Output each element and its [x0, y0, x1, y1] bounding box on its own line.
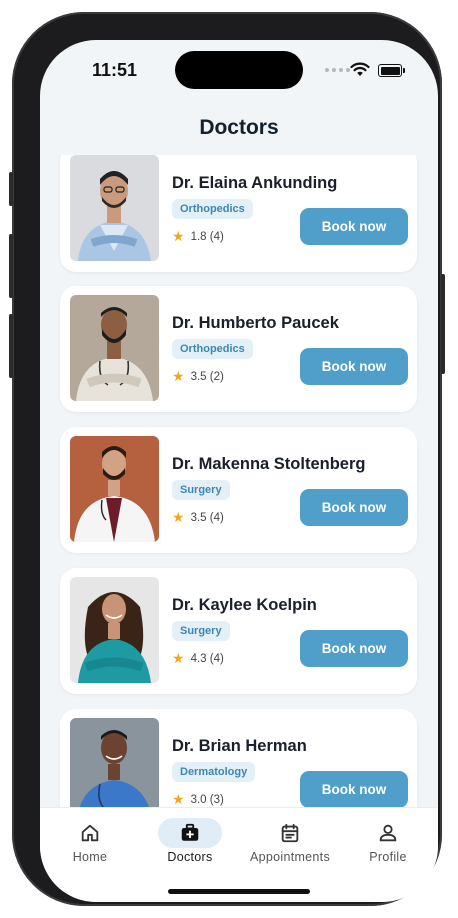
signal-icon: [325, 68, 350, 72]
star-icon: ★: [172, 650, 185, 666]
screen: 11:51 Doctors Dr. Elaina Ankunding Ortho…: [40, 40, 438, 902]
rating: ★ 3.5 (4): [172, 509, 224, 526]
tab-label: Doctors: [167, 850, 213, 864]
rating-value: 1.8 (4): [190, 230, 224, 243]
star-icon: ★: [172, 791, 185, 807]
tab-label: Home: [72, 850, 108, 864]
dynamic-island: [175, 51, 303, 89]
tab-label: Profile: [369, 850, 407, 864]
battery-icon: [378, 64, 405, 77]
book-now-button[interactable]: Book now: [300, 348, 408, 385]
doctor-photo: [70, 436, 159, 542]
doctor-name: Dr. Kaylee Koelpin: [172, 596, 317, 614]
phone-frame: 11:51 Doctors Dr. Elaina Ankunding Ortho…: [9, 12, 445, 906]
rating: ★ 4.3 (4): [172, 650, 224, 667]
doctor-name: Dr. Brian Herman: [172, 737, 307, 755]
status-time: 11:51: [92, 60, 138, 80]
rating-value: 3.5 (4): [190, 511, 224, 524]
home-indicator[interactable]: [168, 889, 310, 894]
doctor-photo: [70, 155, 159, 261]
person-icon: [356, 818, 420, 848]
doctor-name: Dr. Makenna Stoltenberg: [172, 455, 366, 473]
specialty-badge: Surgery: [172, 480, 230, 500]
rating: ★ 3.5 (2): [172, 368, 224, 385]
doctor-card[interactable]: Dr. Kaylee Koelpin Surgery ★ 4.3 (4) Boo…: [60, 568, 417, 694]
doctor-card[interactable]: Dr. Elaina Ankunding Orthopedics ★ 1.8 (…: [60, 155, 417, 272]
tab-label: Appointments: [249, 850, 331, 864]
volume-down-button: [9, 314, 13, 378]
medical-bag-icon: [158, 818, 222, 848]
rating-value: 3.5 (2): [190, 370, 224, 383]
doctor-card[interactable]: Dr. Humberto Paucek Orthopedics ★ 3.5 (2…: [60, 286, 417, 412]
tab-doctors[interactable]: Doctors: [140, 814, 240, 870]
star-icon: ★: [172, 368, 185, 384]
specialty-badge: Orthopedics: [172, 339, 253, 359]
book-now-button[interactable]: Book now: [300, 630, 408, 667]
specialty-badge: Orthopedics: [172, 199, 253, 219]
home-icon: [58, 818, 122, 848]
doctor-name: Dr. Humberto Paucek: [172, 314, 339, 332]
star-icon: ★: [172, 228, 185, 244]
book-now-button[interactable]: Book now: [300, 771, 408, 807]
tab-appointments[interactable]: Appointments: [240, 814, 340, 870]
wifi-icon: [350, 62, 370, 76]
book-now-button[interactable]: Book now: [300, 489, 408, 526]
action-button: [9, 172, 13, 206]
power-button: [441, 274, 445, 374]
calendar-icon: [258, 818, 322, 848]
doctor-photo: [70, 577, 159, 683]
doctor-name: Dr. Elaina Ankunding: [172, 174, 338, 192]
book-now-button[interactable]: Book now: [300, 208, 408, 245]
rating: ★ 1.8 (4): [172, 228, 224, 245]
rating-value: 3.0 (3): [190, 793, 224, 806]
doctor-list[interactable]: Dr. Elaina Ankunding Orthopedics ★ 1.8 (…: [40, 155, 438, 807]
rating: ★ 3.0 (3): [172, 791, 224, 807]
doctor-card[interactable]: Dr. Makenna Stoltenberg Surgery ★ 3.5 (4…: [60, 427, 417, 553]
page-title: Doctors: [199, 116, 279, 139]
specialty-badge: Dermatology: [172, 762, 256, 782]
doctor-photo: [70, 295, 159, 401]
doctor-card[interactable]: Dr. Brian Herman Dermatology ★ 3.0 (3) B…: [60, 709, 417, 807]
tab-profile[interactable]: Profile: [338, 814, 438, 870]
rating-value: 4.3 (4): [190, 652, 224, 665]
star-icon: ★: [172, 509, 185, 525]
tab-home[interactable]: Home: [40, 814, 140, 870]
specialty-badge: Surgery: [172, 621, 230, 641]
doctor-photo: [70, 718, 159, 807]
status-bar: 11:51: [40, 40, 438, 100]
tab-bar: Home Doctors Appointments Profile: [40, 807, 438, 902]
volume-up-button: [9, 234, 13, 298]
